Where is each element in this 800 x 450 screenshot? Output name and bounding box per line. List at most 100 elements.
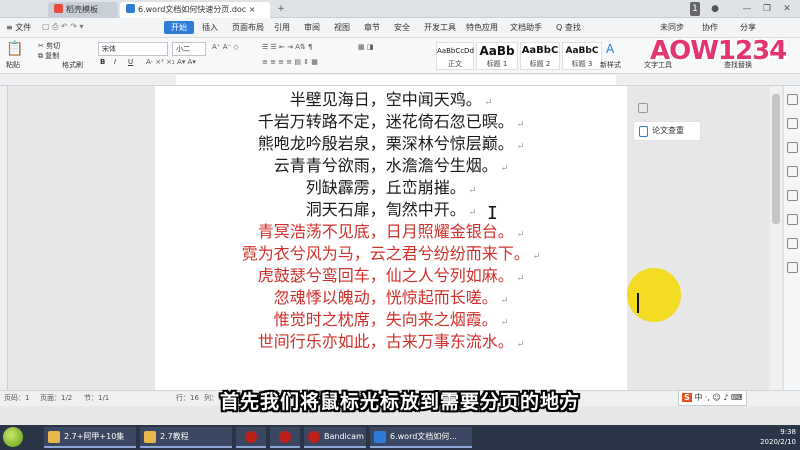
vertical-ruler[interactable] [0,86,8,390]
line-text: 熊咆龙吟殷岩泉，栗深林兮惊层巅。 [257,134,514,153]
style-sample: AaBbC [521,45,559,56]
style-normal[interactable]: AaBbCcDd 正文 [436,42,474,70]
taskbar-folder-2[interactable]: 2.7教程 [140,427,232,448]
panel-toggle-icon[interactable] [638,103,648,113]
close-button[interactable]: ✕ [780,2,794,16]
task-label: Bandicam [324,432,364,441]
sidebar-style-icon[interactable] [787,94,798,105]
taskbar-bandicam[interactable]: Bandicam [304,427,366,448]
taskbar-word-doc[interactable]: 6.word文档如何... [370,427,472,448]
paragraph-mark-icon: ↵ [468,208,477,218]
menu-find[interactable]: Q 查找 [556,22,581,33]
scrollbar-thumb[interactable] [772,94,780,224]
collaborate-button[interactable]: 协作 [702,22,718,33]
task-label: 2.7教程 [160,432,189,441]
menu-insert[interactable]: 插入 [202,22,218,33]
sidebar-share-icon[interactable] [787,262,798,273]
vertical-scrollbar[interactable] [770,86,782,390]
video-subtitle: 首先我们将鼠标光标放到需要分页的地方 [219,391,580,413]
style-heading-2[interactable]: AaBbC 标题 2 [520,42,560,70]
ruler-text-area [176,75,616,85]
border-shading-toolbar[interactable]: ▦ ◨ [358,43,373,51]
menu-security[interactable]: 安全 [394,22,410,33]
thesis-check-button[interactable]: 论文查重 [633,121,701,141]
copy-button[interactable]: ⧉ 复制 [38,51,59,61]
menu-chapter[interactable]: 章节 [364,22,380,33]
quick-access-toolbar[interactable]: ▢ ⎙ ↶ ↷ ▾ [42,22,84,32]
line-text: 忽魂悸以魄动，恍惊起而长嗟。 [273,288,498,307]
start-button[interactable] [3,427,23,447]
watermark-logo: AOW1234 [650,36,787,66]
style-name: 标题 3 [571,60,593,68]
font-size-select[interactable]: 小二 [172,42,206,56]
record-icon [245,431,257,443]
cut-label: 剪切 [46,42,61,50]
task-label: 2.7+阿甲+10集 [64,432,125,441]
style-sample: AaBbCcDd [437,47,474,55]
menu-page-layout[interactable]: 页面布局 [232,22,264,33]
share-button[interactable]: 分享 [740,22,756,33]
restore-button[interactable]: ❐ [760,2,774,16]
sync-status[interactable]: 未同步 [660,22,684,33]
font-family-select[interactable]: 宋体 [98,42,168,56]
window-count-badge: 1 [690,2,700,16]
menu-doc-assistant[interactable]: 文档助手 [510,22,542,33]
sidebar-select-icon[interactable] [787,118,798,129]
right-sidebar [783,86,800,390]
cut-button[interactable]: ✂ 剪切 [38,41,60,51]
format-painter-button[interactable]: 格式刷 [62,60,83,70]
style-sample: AaBb [479,44,515,58]
style-heading-1[interactable]: AaBb 标题 1 [476,42,518,70]
menu-review[interactable]: 审阅 [304,22,320,33]
menu-features[interactable]: 特色应用 [466,22,498,33]
sidebar-shape-icon[interactable] [787,142,798,153]
paste-button[interactable]: 粘贴 [6,60,20,70]
grow-shrink-font-icon[interactable]: A⁺ A⁻ ◇ [212,43,239,51]
document-line[interactable]: 世间行乐亦如此，古来万事东流水。 ↵ [155,331,627,356]
menu-view[interactable]: 视图 [334,22,350,33]
new-tab-button[interactable]: + [274,2,288,16]
alignment-toolbar[interactable]: ≡ ≡ ≡ ≡ ▤ ⇕ ▦ [262,58,318,66]
avatar[interactable]: ● [708,2,722,16]
taskbar-record-2[interactable] [270,427,300,448]
menu-file[interactable]: ≡ 文件 [6,22,31,33]
menu-references[interactable]: 引用 [274,22,290,33]
copy-icon: ⧉ [38,52,43,60]
docer-icon [54,4,63,13]
menu-developer[interactable]: 开发工具 [424,22,456,33]
sidebar-help-icon[interactable] [787,214,798,225]
document-page[interactable]: 半壁见海日，空中闻天鸡。 ↵ 千岩万转路不定，迷花倚石忽已暝。 ↵ 熊咆龙吟殷岩泉，栗深… [155,86,681,390]
menu-start[interactable]: 开始 [164,21,194,34]
paragraph-mark-icon: ↵ [500,164,509,174]
folder-icon [144,431,156,443]
copy-label: 复制 [45,52,60,60]
tab-docer-templates[interactable]: 稻壳模板 [48,2,118,18]
font-effects-toolbar[interactable]: A· ×² ×₂ A▾ A▾ [146,58,196,66]
new-style-button[interactable]: 新样式 [600,60,621,70]
sidebar-nav-icon[interactable] [787,190,798,201]
line-text: 惟觉时之枕席，失向来之烟霞。 [273,310,498,329]
paragraph-mark-icon: ↵ [500,296,509,306]
style-heading-3[interactable]: AaBbC 标题 3 [562,42,602,70]
line-text: 世间行乐亦如此，古来万事东流水。 [257,332,514,351]
taskbar-folder-1[interactable]: 2.7+阿甲+10集 [44,427,136,448]
close-tab-icon[interactable]: × [249,5,256,14]
bold-button[interactable]: B [100,58,105,66]
paste-icon[interactable]: 📋 [6,41,23,57]
tab-label: 6.word文档如何快速分页.doc [138,5,247,14]
thesis-check-label: 论文查重 [652,126,684,135]
bandicam-icon [308,431,320,443]
paragraph-mark-icon: ↵ [516,340,525,350]
sidebar-backup-icon[interactable] [787,238,798,249]
system-clock[interactable]: 9:38 2020/2/10 [760,427,796,447]
text-cursor [637,293,639,313]
taskbar-record-1[interactable] [236,427,266,448]
underline-button[interactable]: U [128,58,133,66]
minimize-button[interactable]: — [740,2,754,16]
horizontal-ruler[interactable] [0,74,800,86]
new-style-icon[interactable]: A [606,42,614,56]
tab-document[interactable]: 6.word文档如何快速分页.doc × [120,2,270,18]
list-indent-toolbar[interactable]: ☰ ☰ ⇤ ⇥ A⇅ ¶ [262,43,313,51]
sidebar-tools-icon[interactable] [787,166,798,177]
italic-button[interactable]: I [114,58,116,66]
